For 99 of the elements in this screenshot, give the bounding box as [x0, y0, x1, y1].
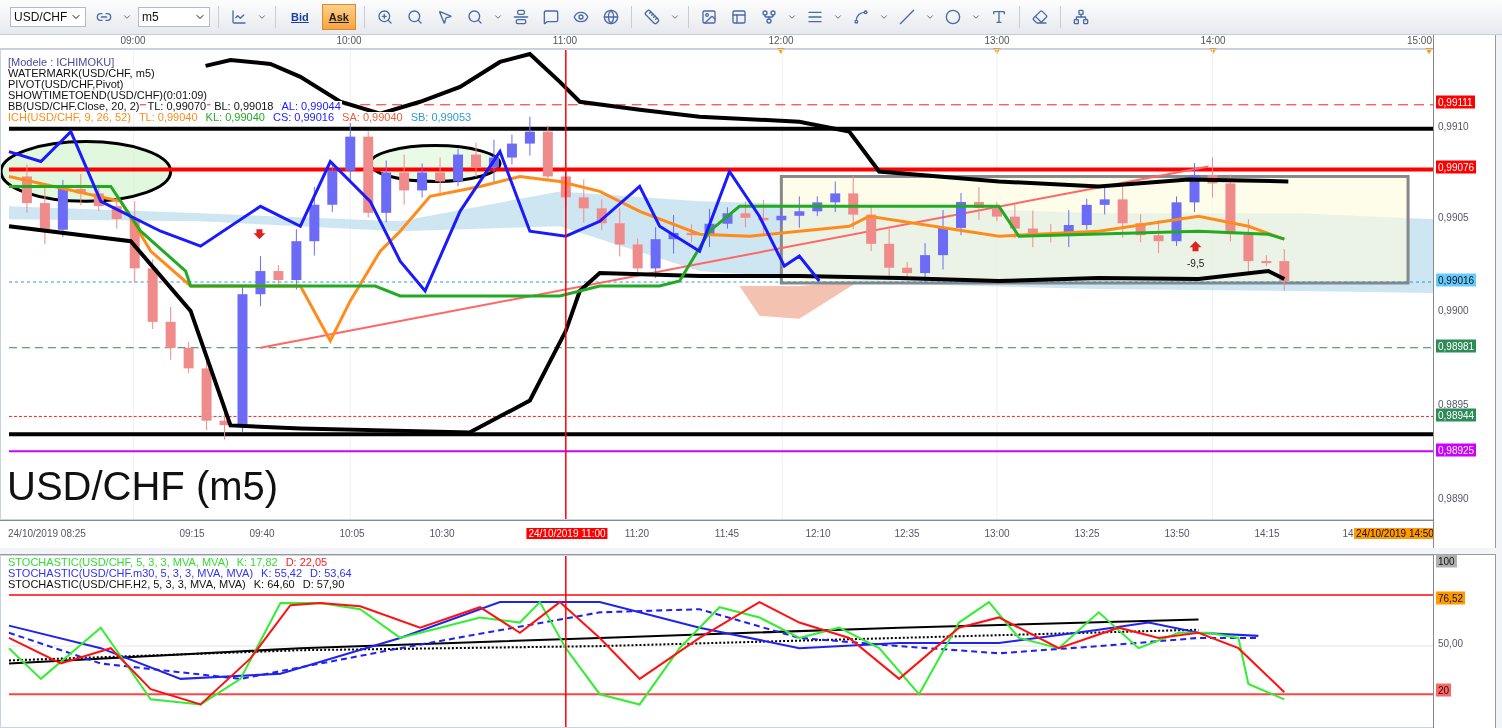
- price-tag: 0,98944: [1436, 408, 1477, 422]
- time-label: 10:30: [429, 528, 455, 539]
- timeframe-dropdown[interactable]: m5: [138, 7, 210, 27]
- annotation-text: -9,5: [1187, 258, 1205, 269]
- legend-text: D: 22,05: [284, 557, 329, 568]
- caret-icon[interactable]: [669, 12, 680, 22]
- legend-text: D: 57,90: [301, 579, 346, 590]
- level-tag: 76,52: [1436, 591, 1466, 605]
- time-label: 11:00: [552, 35, 578, 46]
- time-label: 14:00: [1200, 35, 1226, 46]
- marker-icon: [1209, 48, 1217, 54]
- eraser-icon: [1031, 9, 1048, 25]
- legend-text: SHOWTIMETOEND(USD/CHF)(0:01:09): [7, 90, 209, 101]
- price-tag: 0,99076: [1436, 160, 1477, 174]
- watermark-text: USD/CHF (m5): [7, 464, 279, 509]
- time-label: 10:00: [336, 35, 362, 46]
- legend-text: TL: 0,99070: [146, 101, 208, 112]
- layout-icon: [730, 9, 747, 25]
- time-label: 11:20: [624, 528, 650, 539]
- picture-icon: [700, 9, 717, 25]
- caret-icon[interactable]: [878, 12, 889, 22]
- legend-text: CS: 0,99016: [271, 112, 336, 123]
- time-tag: 24/10/2019 11:00: [526, 528, 608, 539]
- caret-icon[interactable]: [492, 12, 503, 22]
- time-label: 09:15: [179, 528, 205, 539]
- time-label: 09:40: [249, 528, 275, 539]
- quote-toggle[interactable]: Ask: [321, 4, 356, 30]
- legend-text: SA: 0,99040: [341, 112, 404, 123]
- legend-text: WATERMARK(USD/CHF, m5): [7, 68, 156, 79]
- legend-text: K: 17,82: [235, 557, 279, 568]
- price-label: 0,9900: [1438, 304, 1469, 316]
- legend-text: AL: 0,99044: [280, 101, 342, 112]
- pointer-icon: [436, 9, 453, 25]
- time-label: 12:00: [768, 35, 794, 46]
- time-label: 13:00: [984, 35, 1010, 46]
- legend-text: SB: 0,99053: [409, 112, 473, 123]
- legend-text: KL: 0,99040: [204, 112, 266, 123]
- level-tag: 100: [1436, 554, 1457, 568]
- price-label: 0,9905: [1438, 211, 1469, 223]
- legend-text: [Modele : ICHIMOKU]: [7, 57, 116, 68]
- time-label: 11:45: [714, 528, 740, 539]
- legend-text: STOCHASTIC(USD/CHF.H2, 5, 3, 3, MVA, MVA): [7, 579, 247, 590]
- legend-text: D: 53,64: [309, 568, 353, 579]
- zoom-area-icon: [466, 9, 483, 25]
- down-arrow-icon: [253, 229, 266, 240]
- caret-icon[interactable]: [122, 12, 132, 22]
- price-tag: 0,99016: [1436, 273, 1477, 287]
- globe-icon: [602, 9, 619, 25]
- quote-toggle[interactable]: Bid: [284, 4, 316, 30]
- zoom-in-icon: [376, 9, 393, 25]
- legend-text: BB(USD/CHF.Close, 20, 2): [7, 101, 141, 112]
- level-tag: 20: [1436, 683, 1452, 697]
- time-tag: 24/10/2019 14:50: [1354, 528, 1436, 539]
- legend-text: ICH(USD/CHF, 9, 26, 52): [7, 112, 132, 123]
- legend-text: PIVOT(USD/CHF,Pivot): [7, 79, 125, 90]
- time-label: 12:10: [805, 528, 831, 539]
- price-tag: 0,98981: [1436, 339, 1477, 353]
- up-arrow-icon: [1189, 241, 1202, 252]
- legend-text: STOCHASTIC(USD/CHF.m30, 5, 3, 3, MVA, MVA): [7, 568, 255, 579]
- price-tag: 0,99111: [1436, 95, 1475, 109]
- note-icon: [542, 9, 559, 25]
- lines-icon: [806, 9, 823, 25]
- time-label: 14: [1342, 528, 1354, 539]
- ruler-icon: [643, 9, 660, 25]
- legend-text: TL: 0,99040: [137, 112, 199, 123]
- eye-icon: [572, 9, 589, 25]
- price-label: 0,9910: [1438, 120, 1469, 132]
- price-tag: 0,98925: [1436, 443, 1477, 457]
- caret-icon[interactable]: [786, 12, 797, 22]
- time-label: 09:00: [120, 35, 146, 46]
- hierarchy-icon: [1072, 9, 1089, 25]
- price-label: 0,9895: [1438, 398, 1469, 410]
- caret-icon[interactable]: [832, 12, 843, 22]
- line-chart-icon: [231, 9, 247, 25]
- caret-icon[interactable]: [970, 12, 981, 22]
- price-label: 0,9890: [1438, 492, 1469, 504]
- level-label: 50,00: [1438, 637, 1464, 649]
- time-label: 10:05: [339, 528, 365, 539]
- fork-icon: [760, 9, 777, 25]
- marker-icon: [993, 48, 1001, 54]
- legend-text: BL: 0,99018: [213, 101, 275, 112]
- symbol-dropdown[interactable]: USD/CHF: [10, 7, 86, 27]
- time-label: 13:25: [1074, 528, 1100, 539]
- time-label: 13:00: [984, 528, 1010, 539]
- ellipse-icon: [944, 9, 961, 25]
- search-icon: [406, 9, 423, 25]
- text-icon: [990, 9, 1007, 25]
- time-label: 12:35: [894, 528, 920, 539]
- time-label: 15:00: [1406, 35, 1432, 46]
- time-label: 13:50: [1164, 528, 1190, 539]
- marker-icon: [777, 48, 785, 54]
- legend-text: K: 64,60: [252, 579, 296, 590]
- line-icon: [898, 9, 915, 25]
- caret-icon[interactable]: [257, 12, 267, 22]
- caret-icon[interactable]: [924, 12, 935, 22]
- time-label: 24/10/2019 08:25: [8, 528, 86, 539]
- time-label: 14:15: [1254, 528, 1280, 539]
- legend-text: STOCHASTIC(USD/CHF, 5, 3, 3, MVA, MVA): [7, 557, 230, 568]
- legend-text: K: 55,42: [260, 568, 304, 579]
